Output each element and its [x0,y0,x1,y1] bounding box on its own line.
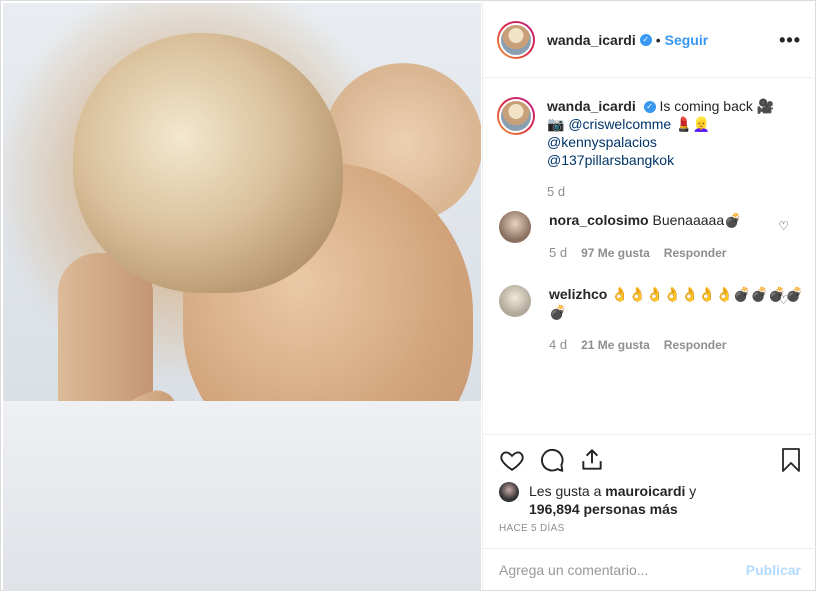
comment-input[interactable] [499,562,746,578]
reply-button[interactable]: Responder [664,246,727,260]
commenter-avatar[interactable] [499,285,531,317]
mention-criswelcomme[interactable]: @criswelcomme [568,116,671,132]
comment-likes[interactable]: 21 Me gusta [581,338,650,352]
more-options-icon[interactable]: ••• [779,30,801,51]
author-username[interactable]: wanda_icardi [547,32,636,48]
photo-shape-sheet [3,401,481,591]
post-header: wanda_icardi ✓ • Seguir ••• [483,2,816,78]
comment-likes[interactable]: 97 Me gusta [581,246,650,260]
caption-author-avatar[interactable] [497,97,535,135]
post-timestamp[interactable]: HACE 5 DÍAS [499,523,565,534]
likes-text: Les gusta a mauroicardi y 196,894 person… [529,482,696,518]
comments-section: wanda_icardi ✓ Is coming back 🎥 📷 @crisw… [483,79,816,434]
instagram-post: wanda_icardi ✓ • Seguir ••• wanda_icardi… [0,0,816,591]
add-comment-bar: Publicar [483,548,816,591]
author-avatar-image [499,22,533,57]
likes-prefix: Les gusta a [529,483,606,499]
photo-shape-hair [73,33,343,293]
comment-body: nora_colosimo Buenaaaaa💣 [549,211,804,243]
liker-username[interactable]: mauroicardi [605,483,685,499]
comment-row: nora_colosimo Buenaaaaa💣 [499,211,804,243]
caption-text-block: wanda_icardi ✓ Is coming back 🎥 📷 @crisw… [547,97,787,201]
liker-avatar[interactable] [499,482,519,502]
comment-body: welizhco 👌👌👌👌👌👌👌💣💣💣💣💣 [549,285,804,321]
caption-text: Is coming back 🎥 [659,98,775,114]
comment-like-heart-icon[interactable]: ♡ [778,219,789,233]
separator-dot: • [655,31,661,48]
post-photo[interactable] [3,3,481,591]
bookmark-save-icon[interactable] [779,447,803,478]
comment-username[interactable]: welizhco [549,286,607,302]
post-sidebar: wanda_icardi ✓ • Seguir ••• wanda_icardi… [482,2,816,591]
comment-age[interactable]: 5 d [549,245,567,260]
like-heart-icon[interactable] [499,447,525,478]
comment-meta: 4 d 21 Me gusta Responder [549,337,726,352]
action-bar [483,434,816,486]
comment-bubble-icon[interactable] [539,447,565,478]
caption-username[interactable]: wanda_icardi [547,98,636,114]
publish-button[interactable]: Publicar [746,562,801,578]
comment-like-heart-icon[interactable]: ♡ [778,293,789,307]
reply-button[interactable]: Responder [664,338,727,352]
mention-kennyspalacios[interactable]: @kennyspalacios [547,134,657,150]
caption-author-avatar-image [499,99,533,133]
likes-connector: y [685,483,697,499]
caption-verified-icon: ✓ [643,101,656,114]
caption: wanda_icardi ✓ Is coming back 🎥 📷 @crisw… [497,97,787,201]
commenter-avatar[interactable] [499,211,531,243]
verified-badge-icon: ✓ [639,33,652,46]
caption-emoji-suffix: 💄👱‍♀️ [671,116,710,132]
comment-age[interactable]: 4 d [549,337,567,352]
likes-count[interactable]: 196,894 personas más [529,501,678,517]
comment-meta: 5 d 97 Me gusta Responder [549,245,726,260]
likes-summary: Les gusta a mauroicardi y 196,894 person… [499,482,799,518]
caption-age[interactable]: 5 d [547,183,787,201]
comment-text: Buenaaaaa💣 [652,212,742,228]
caption-camera-prefix: 📷 [547,116,569,132]
comment-username[interactable]: nora_colosimo [549,212,649,228]
comment-row: welizhco 👌👌👌👌👌👌👌💣💣💣💣💣 [499,285,804,321]
author-avatar[interactable] [497,20,535,59]
share-upload-icon[interactable] [579,447,605,478]
follow-button[interactable]: Seguir [665,32,709,48]
mention-137pillarsbangkok[interactable]: @137pillarsbangkok [547,152,674,168]
